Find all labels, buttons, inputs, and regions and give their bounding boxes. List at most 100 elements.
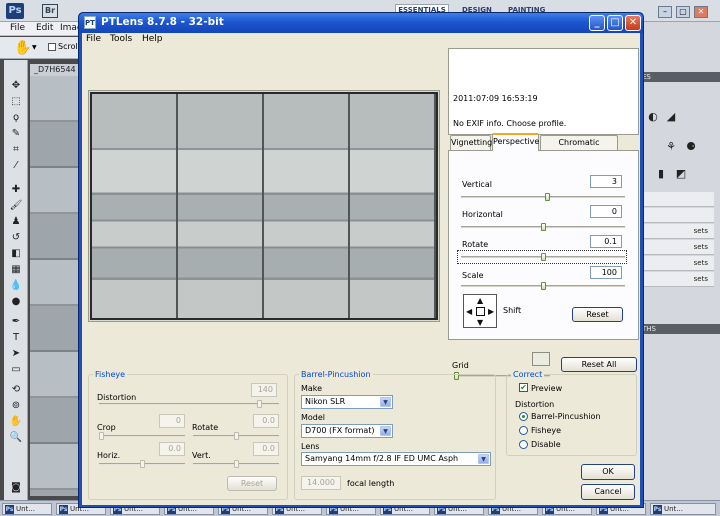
brush-tool-icon[interactable]: 🖌 xyxy=(9,200,23,212)
shift-down-icon[interactable]: ▼ xyxy=(477,319,483,327)
reset-all-button[interactable]: Reset All xyxy=(561,357,637,372)
ps-menu-file[interactable]: File xyxy=(10,23,25,33)
fisheye-vert-slider[interactable] xyxy=(193,460,279,468)
menu-help[interactable]: Help xyxy=(142,34,163,44)
dodge-tool-icon[interactable]: ● xyxy=(9,296,23,308)
shift-center-icon[interactable] xyxy=(476,307,485,316)
horizontal-slider[interactable] xyxy=(461,223,625,231)
fisheye-distortion-input[interactable]: 140 xyxy=(251,383,277,397)
fisheye-crop-slider[interactable] xyxy=(99,432,185,440)
ok-button[interactable]: OK xyxy=(581,464,635,480)
slider-thumb[interactable] xyxy=(140,460,145,468)
fisheye-reset-button[interactable]: Reset xyxy=(227,476,277,491)
model-dropdown[interactable]: D700 (FX format) ▼ xyxy=(301,424,393,438)
clone-stamp-tool-icon[interactable]: ♟ xyxy=(9,216,23,228)
fisheye-rotate-slider[interactable] xyxy=(193,432,279,440)
ps-maximize-icon[interactable]: ▢ xyxy=(676,6,690,18)
slider-thumb[interactable] xyxy=(234,460,239,468)
healing-brush-tool-icon[interactable]: ✚ xyxy=(9,184,23,196)
type-tool-icon[interactable]: T xyxy=(9,332,23,344)
scale-input[interactable]: 100 xyxy=(590,266,622,279)
tab-chromatic-aberration[interactable]: Chromatic Aberration xyxy=(540,135,618,160)
image-preview[interactable] xyxy=(88,90,440,322)
perspective-reset-button[interactable]: Reset xyxy=(572,307,623,322)
slider-thumb[interactable] xyxy=(541,223,546,231)
vertical-slider[interactable] xyxy=(461,193,625,201)
gradient-tool-icon[interactable]: ▦ xyxy=(9,264,23,276)
scroll-all-checkbox[interactable] xyxy=(48,43,56,51)
radio-fisheye[interactable] xyxy=(519,426,528,435)
taskbar-item[interactable]: Ps Unt... xyxy=(2,503,52,515)
scale-slider[interactable] xyxy=(461,282,625,290)
panel-row[interactable] xyxy=(642,208,714,223)
panel-row[interactable]: sets xyxy=(642,240,714,255)
fisheye-crop-input[interactable]: 0 xyxy=(159,414,185,428)
panel-row[interactable]: sets xyxy=(642,272,714,287)
menu-file[interactable]: File xyxy=(86,34,101,44)
lasso-tool-icon[interactable]: ϙ xyxy=(9,112,23,124)
path-selection-tool-icon[interactable]: ➤ xyxy=(9,348,23,360)
crop-tool-icon[interactable]: ⌗ xyxy=(9,144,23,156)
radio-disable[interactable] xyxy=(519,440,528,449)
close-button[interactable]: ✕ xyxy=(625,15,641,31)
vertical-input[interactable]: 3 xyxy=(590,175,622,188)
eyedropper-tool-icon[interactable]: ⁄ xyxy=(9,160,23,172)
shift-left-icon[interactable]: ◀ xyxy=(466,308,472,316)
fisheye-distortion-slider[interactable] xyxy=(99,400,279,408)
history-brush-tool-icon[interactable]: ↺ xyxy=(9,232,23,244)
slider-thumb[interactable] xyxy=(541,282,546,290)
panel-icon-b[interactable]: ◢ xyxy=(664,110,678,124)
ps-menu-edit[interactable]: Edit xyxy=(36,23,53,33)
quick-mask-icon[interactable]: ◙ xyxy=(9,482,23,494)
panel-icon-c[interactable]: ⚘ xyxy=(664,140,678,154)
quick-select-tool-icon[interactable]: ✎ xyxy=(9,128,23,140)
cancel-button[interactable]: Cancel xyxy=(581,484,635,500)
panel-icon-e[interactable]: ▮ xyxy=(654,167,668,181)
shape-tool-icon[interactable]: ▭ xyxy=(9,364,23,376)
marquee-tool-icon[interactable]: ⬚ xyxy=(9,96,23,108)
fisheye-horiz-slider[interactable] xyxy=(99,460,185,468)
horizontal-input[interactable]: 0 xyxy=(590,205,622,218)
panel-icon-a[interactable]: ◐ xyxy=(646,110,660,124)
window-title-bar[interactable]: PT PTLens 8.7.8 - 32-bit _ □ ✕ xyxy=(79,13,643,33)
blur-tool-icon[interactable]: 💧 xyxy=(9,280,23,292)
slider-thumb[interactable] xyxy=(545,193,550,201)
grid-color-box[interactable] xyxy=(532,352,550,366)
panel-icon-f[interactable]: ◩ xyxy=(674,167,688,181)
tab-perspective[interactable]: Perspective xyxy=(492,133,539,151)
3d-rotate-tool-icon[interactable]: ⟲ xyxy=(9,384,23,396)
panel-icon-d[interactable]: ⚈ xyxy=(684,140,698,154)
panel-row[interactable]: sets xyxy=(642,256,714,271)
zoom-tool-icon[interactable]: 🔍 xyxy=(9,432,23,444)
bridge-button[interactable]: Br xyxy=(42,4,58,18)
menu-tools[interactable]: Tools xyxy=(110,34,132,44)
shift-up-icon[interactable]: ▲ xyxy=(477,297,483,305)
shift-pad[interactable]: ▲ ▼ ◀ ▶ xyxy=(463,294,497,328)
lens-dropdown[interactable]: Samyang 14mm f/2.8 IF ED UMC Asph ▼ xyxy=(301,452,491,466)
preview-checkbox[interactable]: ✔ xyxy=(519,383,528,392)
ps-close-icon[interactable]: ✕ xyxy=(694,6,708,18)
slider-thumb[interactable] xyxy=(257,400,262,408)
focal-length-input[interactable]: 14.000 xyxy=(301,476,341,490)
fisheye-horiz-input[interactable]: 0.0 xyxy=(159,442,185,456)
maximize-button[interactable]: □ xyxy=(607,15,623,31)
slider-thumb[interactable] xyxy=(99,432,104,440)
move-tool-icon[interactable]: ✥ xyxy=(9,80,23,92)
rotate-input[interactable]: 0.1 xyxy=(590,235,622,248)
hand-tool-icon-toolbox[interactable]: ✋ xyxy=(9,416,23,428)
ps-minimize-icon[interactable]: – xyxy=(658,6,672,18)
fisheye-vert-input[interactable]: 0.0 xyxy=(253,442,279,456)
panel-row[interactable]: sets xyxy=(642,224,714,239)
pen-tool-icon[interactable]: ✒ xyxy=(9,316,23,328)
slider-thumb[interactable] xyxy=(234,432,239,440)
hand-tool-icon[interactable]: ✋ xyxy=(14,40,31,56)
rotate-slider[interactable] xyxy=(461,253,625,261)
tab-vignetting[interactable]: Vignetting xyxy=(450,135,492,150)
tool-preset-chevron-icon[interactable]: ▼ xyxy=(32,44,37,51)
3d-orbit-tool-icon[interactable]: ⊚ xyxy=(9,400,23,412)
minimize-button[interactable]: _ xyxy=(589,15,605,31)
radio-barrel-pincushion[interactable] xyxy=(519,412,528,421)
taskbar-item[interactable]: Ps Unt... xyxy=(650,503,716,515)
panel-row[interactable] xyxy=(642,192,714,207)
shift-right-icon[interactable]: ▶ xyxy=(488,308,494,316)
